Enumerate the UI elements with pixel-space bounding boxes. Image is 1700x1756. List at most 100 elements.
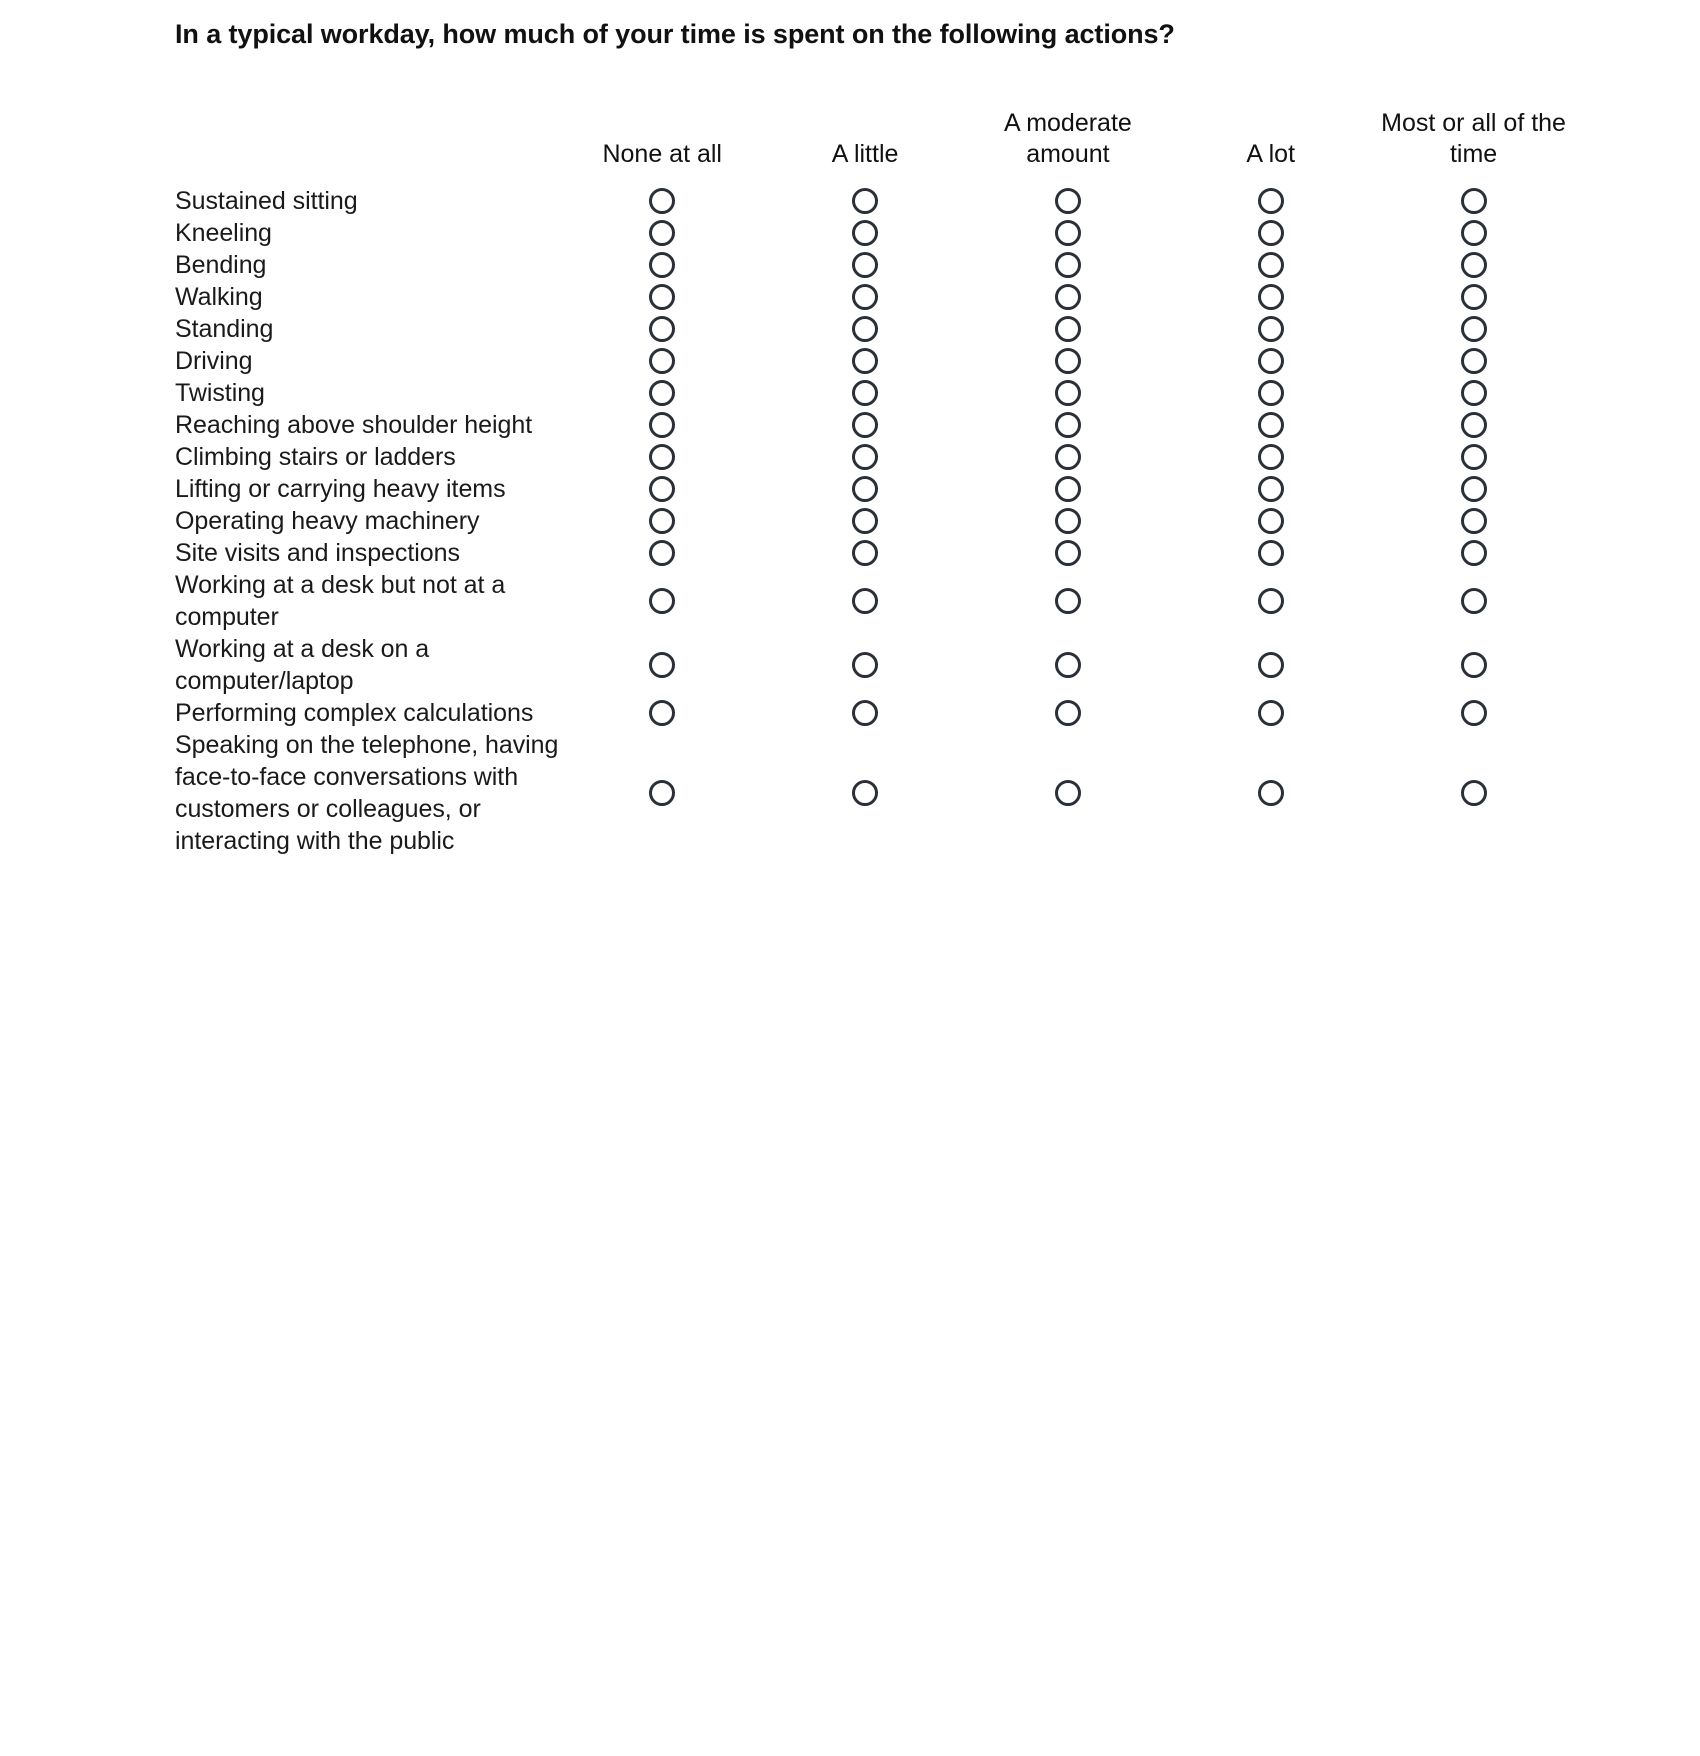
matrix-option-cell[interactable] (561, 185, 764, 217)
matrix-option-cell[interactable] (561, 441, 764, 473)
matrix-option-cell[interactable] (764, 249, 967, 281)
radio-button[interactable] (1257, 283, 1284, 310)
radio-button[interactable] (1460, 283, 1487, 310)
matrix-option-cell[interactable] (764, 377, 967, 409)
radio-button[interactable] (1054, 475, 1081, 502)
radio-button[interactable] (1460, 219, 1487, 246)
radio-button[interactable] (852, 779, 879, 806)
matrix-option-cell[interactable] (966, 729, 1169, 857)
matrix-option-cell[interactable] (561, 569, 764, 633)
radio-button[interactable] (1054, 219, 1081, 246)
radio-button[interactable] (852, 379, 879, 406)
radio-button[interactable] (852, 187, 879, 214)
radio-button[interactable] (1054, 251, 1081, 278)
matrix-option-cell[interactable] (561, 345, 764, 377)
matrix-option-cell[interactable] (1372, 185, 1575, 217)
radio-button[interactable] (1460, 779, 1487, 806)
matrix-option-cell[interactable] (764, 537, 967, 569)
matrix-option-cell[interactable] (764, 633, 967, 697)
radio-button[interactable] (852, 315, 879, 342)
matrix-option-cell[interactable] (1169, 569, 1372, 633)
matrix-option-cell[interactable] (1372, 217, 1575, 249)
radio-button[interactable] (1054, 315, 1081, 342)
radio-button[interactable] (1257, 411, 1284, 438)
radio-button[interactable] (852, 587, 879, 614)
matrix-option-cell[interactable] (1169, 409, 1372, 441)
radio-button[interactable] (649, 507, 676, 534)
radio-button[interactable] (1460, 443, 1487, 470)
radio-button[interactable] (649, 347, 676, 374)
radio-button[interactable] (649, 539, 676, 566)
radio-button[interactable] (1257, 651, 1284, 678)
radio-button[interactable] (1054, 587, 1081, 614)
radio-button[interactable] (1054, 651, 1081, 678)
radio-button[interactable] (1054, 539, 1081, 566)
radio-button[interactable] (1257, 699, 1284, 726)
radio-button[interactable] (1257, 587, 1284, 614)
radio-button[interactable] (1054, 411, 1081, 438)
matrix-option-cell[interactable] (1169, 185, 1372, 217)
radio-button[interactable] (1054, 507, 1081, 534)
radio-button[interactable] (1054, 443, 1081, 470)
matrix-option-cell[interactable] (561, 249, 764, 281)
radio-button[interactable] (649, 187, 676, 214)
matrix-option-cell[interactable] (1169, 249, 1372, 281)
matrix-option-cell[interactable] (561, 313, 764, 345)
matrix-option-cell[interactable] (764, 697, 967, 729)
radio-button[interactable] (1460, 347, 1487, 374)
radio-button[interactable] (852, 443, 879, 470)
radio-button[interactable] (1257, 379, 1284, 406)
radio-button[interactable] (1460, 187, 1487, 214)
matrix-option-cell[interactable] (764, 409, 967, 441)
radio-button[interactable] (1460, 475, 1487, 502)
matrix-option-cell[interactable] (764, 441, 967, 473)
radio-button[interactable] (1054, 699, 1081, 726)
matrix-option-cell[interactable] (1372, 281, 1575, 313)
radio-button[interactable] (1460, 251, 1487, 278)
radio-button[interactable] (1257, 779, 1284, 806)
radio-button[interactable] (649, 315, 676, 342)
matrix-option-cell[interactable] (1169, 537, 1372, 569)
radio-button[interactable] (1257, 539, 1284, 566)
matrix-option-cell[interactable] (966, 537, 1169, 569)
radio-button[interactable] (1257, 347, 1284, 374)
matrix-option-cell[interactable] (1169, 441, 1372, 473)
matrix-option-cell[interactable] (966, 281, 1169, 313)
matrix-option-cell[interactable] (561, 697, 764, 729)
matrix-option-cell[interactable] (1372, 473, 1575, 505)
matrix-option-cell[interactable] (966, 697, 1169, 729)
matrix-option-cell[interactable] (561, 473, 764, 505)
matrix-option-cell[interactable] (764, 281, 967, 313)
radio-button[interactable] (1460, 507, 1487, 534)
matrix-option-cell[interactable] (1169, 217, 1372, 249)
matrix-option-cell[interactable] (1372, 441, 1575, 473)
radio-button[interactable] (852, 699, 879, 726)
radio-button[interactable] (1257, 251, 1284, 278)
radio-button[interactable] (1257, 507, 1284, 534)
radio-button[interactable] (852, 251, 879, 278)
matrix-option-cell[interactable] (561, 281, 764, 313)
radio-button[interactable] (1257, 219, 1284, 246)
matrix-option-cell[interactable] (966, 409, 1169, 441)
radio-button[interactable] (852, 219, 879, 246)
matrix-option-cell[interactable] (1372, 729, 1575, 857)
matrix-option-cell[interactable] (966, 249, 1169, 281)
radio-button[interactable] (1460, 379, 1487, 406)
radio-button[interactable] (649, 443, 676, 470)
radio-button[interactable] (1257, 315, 1284, 342)
matrix-option-cell[interactable] (561, 729, 764, 857)
matrix-option-cell[interactable] (1169, 473, 1372, 505)
matrix-option-cell[interactable] (561, 377, 764, 409)
matrix-option-cell[interactable] (1169, 729, 1372, 857)
matrix-option-cell[interactable] (966, 377, 1169, 409)
matrix-option-cell[interactable] (1372, 697, 1575, 729)
matrix-option-cell[interactable] (966, 313, 1169, 345)
radio-button[interactable] (852, 411, 879, 438)
radio-button[interactable] (1054, 187, 1081, 214)
matrix-option-cell[interactable] (1372, 345, 1575, 377)
radio-button[interactable] (852, 347, 879, 374)
radio-button[interactable] (1460, 651, 1487, 678)
radio-button[interactable] (1054, 283, 1081, 310)
matrix-option-cell[interactable] (966, 473, 1169, 505)
radio-button[interactable] (1460, 699, 1487, 726)
